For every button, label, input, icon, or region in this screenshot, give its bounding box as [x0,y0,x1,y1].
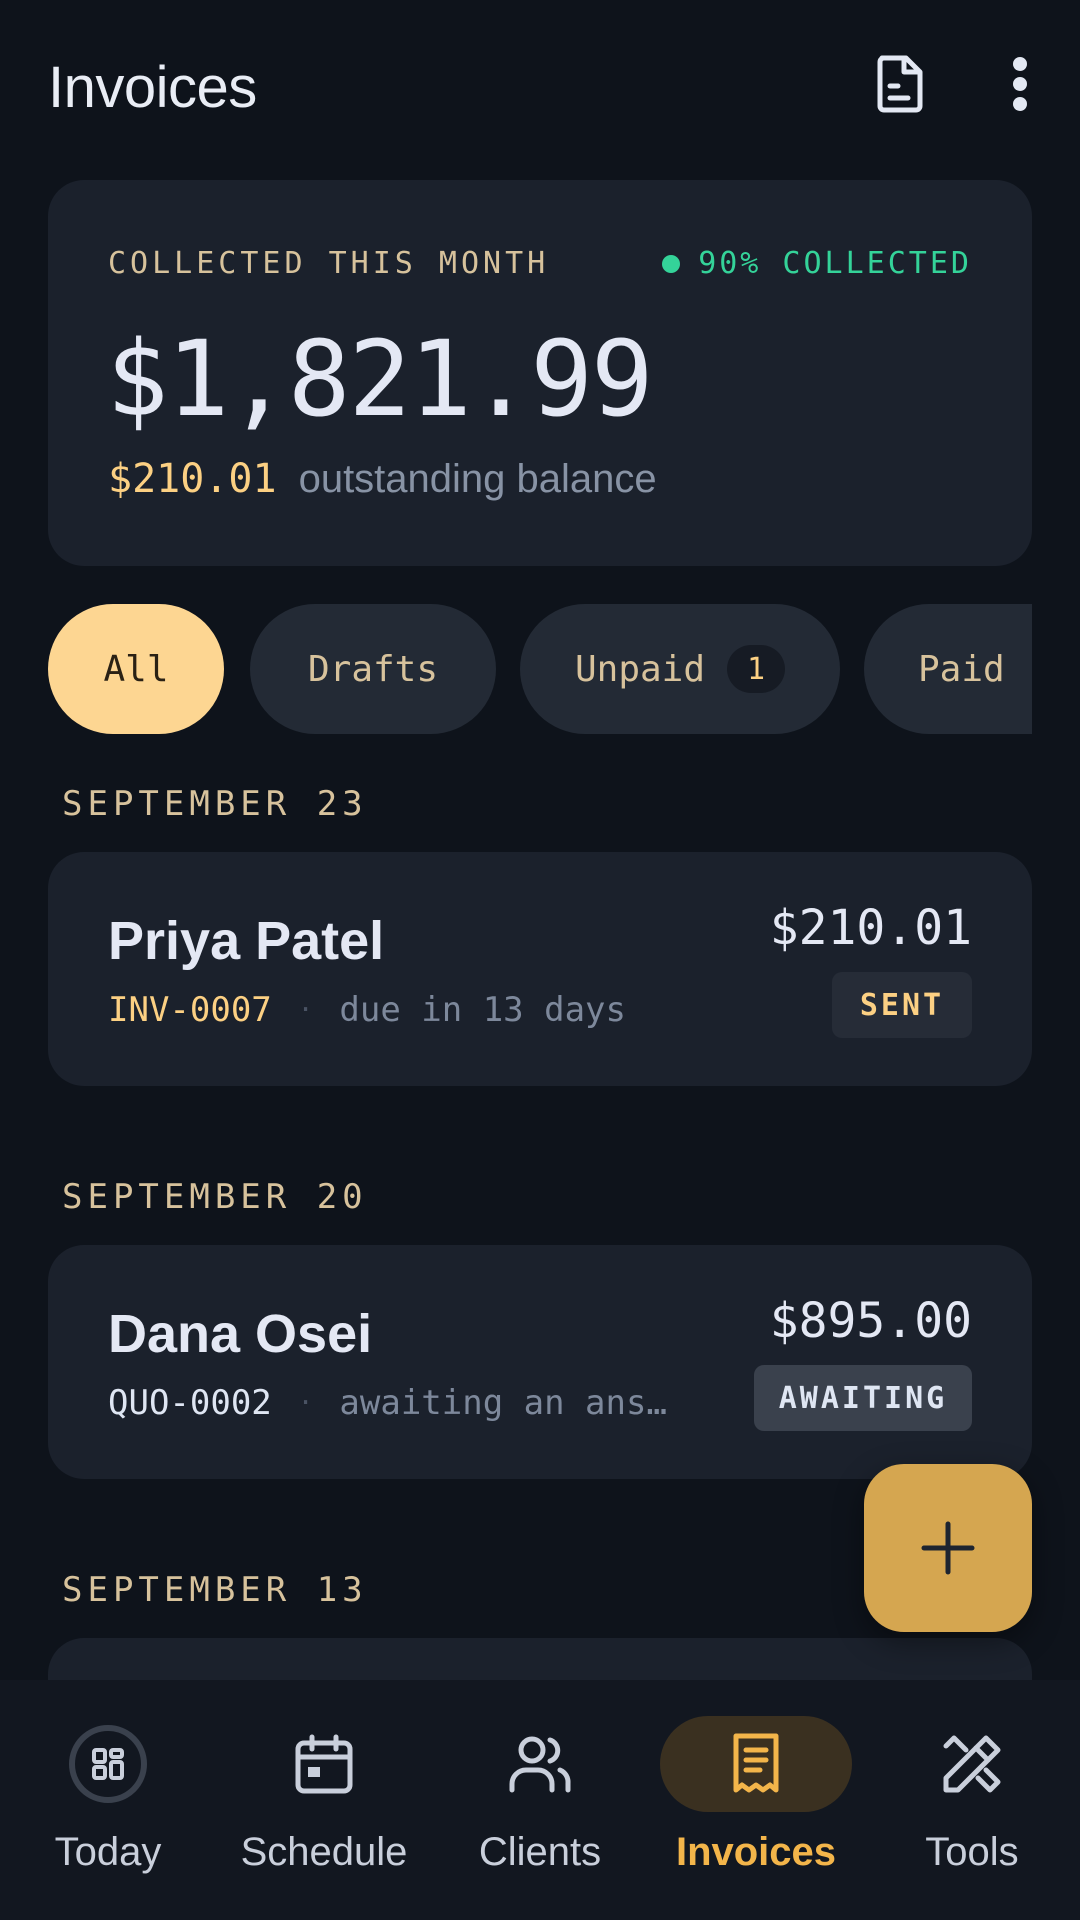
invoice-amount: $210.01 [769,900,972,956]
page-title: Invoices [48,55,257,120]
dashboard-icon [12,1716,204,1812]
filter-drafts[interactable]: Drafts [250,604,496,734]
invoice-meta: INV-0007 · due in 13 days [108,990,626,1030]
nav-label: Tools [925,1830,1019,1874]
separator: · [297,995,314,1025]
tools-icon [876,1716,1068,1812]
client-name: Dana Osei [108,1304,373,1364]
nav-label: Today [54,1830,162,1874]
nav-label: Invoices [675,1830,837,1874]
collected-amount: $1,821.99 [106,318,654,440]
filter-label: Drafts [307,648,439,690]
section-date: SEPTEMBER 13 [62,1570,368,1610]
nav-label: Clients [478,1830,602,1874]
filter-all[interactable]: All [48,604,224,734]
plus-icon [921,1521,975,1575]
collection-rate-text: 90% COLLECTED [698,246,972,281]
separator: · [297,1388,314,1418]
outstanding-text: outstanding balance [298,457,657,501]
filter-paid[interactable]: Paid [864,604,1032,734]
receipt-icon [660,1716,852,1812]
client-name: Priya Patel [108,911,385,971]
nav-item-tools[interactable]: Tools [864,1712,1080,1912]
document-icon[interactable] [868,52,932,116]
summary-label: COLLECTED THIS MONTH [108,246,550,281]
nav-item-clients[interactable]: Clients [432,1712,648,1912]
invoice-number: QUO-0002 [108,1383,272,1423]
collection-rate: 90% COLLECTED [662,246,972,281]
add-invoice-button[interactable] [864,1464,1032,1632]
filter-label: Unpaid [574,648,706,690]
invoice-meta: QUO-0002 · awaiting an ans… [108,1383,667,1423]
filter-label: Paid [918,648,1005,690]
nav-item-schedule[interactable]: Schedule [216,1712,432,1912]
nav-item-invoices[interactable]: Invoices [648,1712,864,1912]
calendar-icon [228,1716,420,1812]
filter-unpaid[interactable]: Unpaid 1 [520,604,840,734]
filter-tabs: All Drafts Unpaid 1 Paid [48,604,1032,734]
invoice-desc: awaiting an ans… [339,1383,667,1423]
status-badge: AWAITING [754,1365,972,1431]
invoice-number: INV-0007 [108,990,272,1030]
filter-label: All [103,648,169,690]
users-icon [444,1716,636,1812]
status-dot-icon [662,254,681,273]
unpaid-count-badge: 1 [727,645,786,693]
more-vertical-icon[interactable] [988,52,1052,116]
nav-label: Schedule [240,1830,408,1874]
section-date: SEPTEMBER 23 [62,784,368,824]
status-badge: SENT [832,972,972,1038]
invoice-amount: $895.00 [769,1293,972,1349]
outstanding-amount: $210.01 [108,456,277,502]
section-date: SEPTEMBER 20 [62,1177,368,1217]
nav-item-today[interactable]: Today [0,1712,216,1912]
invoice-due: due in 13 days [339,990,626,1030]
outstanding-balance: $210.01 outstanding balance [108,456,657,502]
